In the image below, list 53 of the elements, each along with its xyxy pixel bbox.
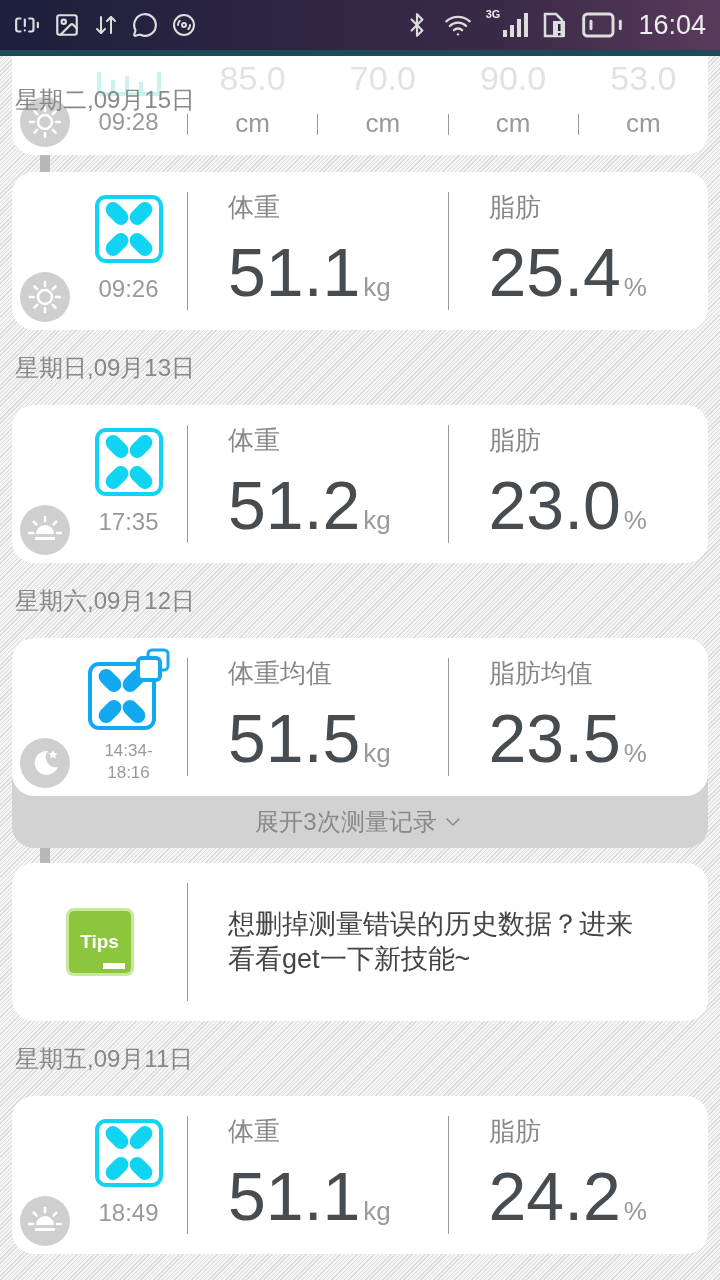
image-icon	[54, 12, 80, 38]
metric-unit: kg	[363, 505, 391, 536]
metric-unit: kg	[363, 738, 391, 769]
metric-label: 脂肪均值	[488, 657, 593, 690]
scale-icon	[94, 195, 163, 264]
record-time: 18:49	[98, 1198, 159, 1229]
tips-badge: Tips	[65, 908, 134, 976]
metric-value: 24.2	[488, 1157, 621, 1235]
measurement-unit: cm	[365, 108, 401, 139]
metric-label: 脂肪	[488, 424, 541, 457]
metric-value: 23.0	[488, 466, 621, 544]
metric-unit: kg	[363, 1196, 391, 1227]
metric-value: 51.1	[228, 233, 361, 311]
scale-icon	[94, 1119, 163, 1188]
record-time: 14:34-18:16	[103, 739, 154, 784]
date-heading: 星期五,09月11日	[15, 1043, 194, 1074]
metric-label: 体重	[228, 191, 280, 224]
status-time: 16:04	[638, 9, 706, 41]
measurement-unit: cm	[235, 108, 270, 139]
record-time: 09:26	[98, 274, 159, 305]
sunrise-icon	[20, 505, 70, 555]
network-label: 3G	[485, 8, 501, 20]
measurement-unit: cm	[626, 108, 661, 139]
measurement-unit: cm	[495, 108, 531, 139]
metric-value: 51.1	[228, 1157, 361, 1235]
metric-unit: %	[623, 272, 647, 303]
metric-value: 23.5	[488, 699, 621, 777]
metric-unit: %	[623, 505, 647, 536]
moon-icon	[20, 738, 70, 788]
metric-label: 体重	[228, 1115, 280, 1148]
sim-card-icon	[542, 12, 567, 38]
record-time: 17:35	[98, 507, 159, 538]
metric-value: 25.4	[488, 233, 621, 311]
sunrise-icon	[20, 1196, 70, 1246]
metric-label: 体重均值	[228, 657, 332, 690]
metric-value: 51.5	[228, 699, 361, 777]
metric-label: 体重	[228, 424, 280, 457]
metric-unit: %	[623, 1196, 647, 1227]
signal-icon	[502, 12, 529, 38]
metric-label: 脂肪	[488, 1115, 541, 1148]
tip-message[interactable]: 想删掉测量错误的历史数据？进来看看get一下新技能~	[228, 906, 658, 978]
chat-icon	[132, 12, 158, 38]
metric-value: 51.2	[228, 466, 361, 544]
scale-icon	[94, 428, 163, 497]
metric-unit: kg	[363, 272, 391, 303]
metric-label: 脂肪	[488, 191, 541, 224]
date-heading: 星期日,09月13日	[15, 352, 196, 383]
scales-icon	[87, 647, 170, 730]
disc-icon	[172, 13, 196, 37]
date-heading: 星期六,09月12日	[15, 585, 196, 616]
metric-unit: %	[623, 738, 647, 769]
data-transfer-icon	[94, 13, 118, 37]
sun-icon	[20, 272, 70, 322]
